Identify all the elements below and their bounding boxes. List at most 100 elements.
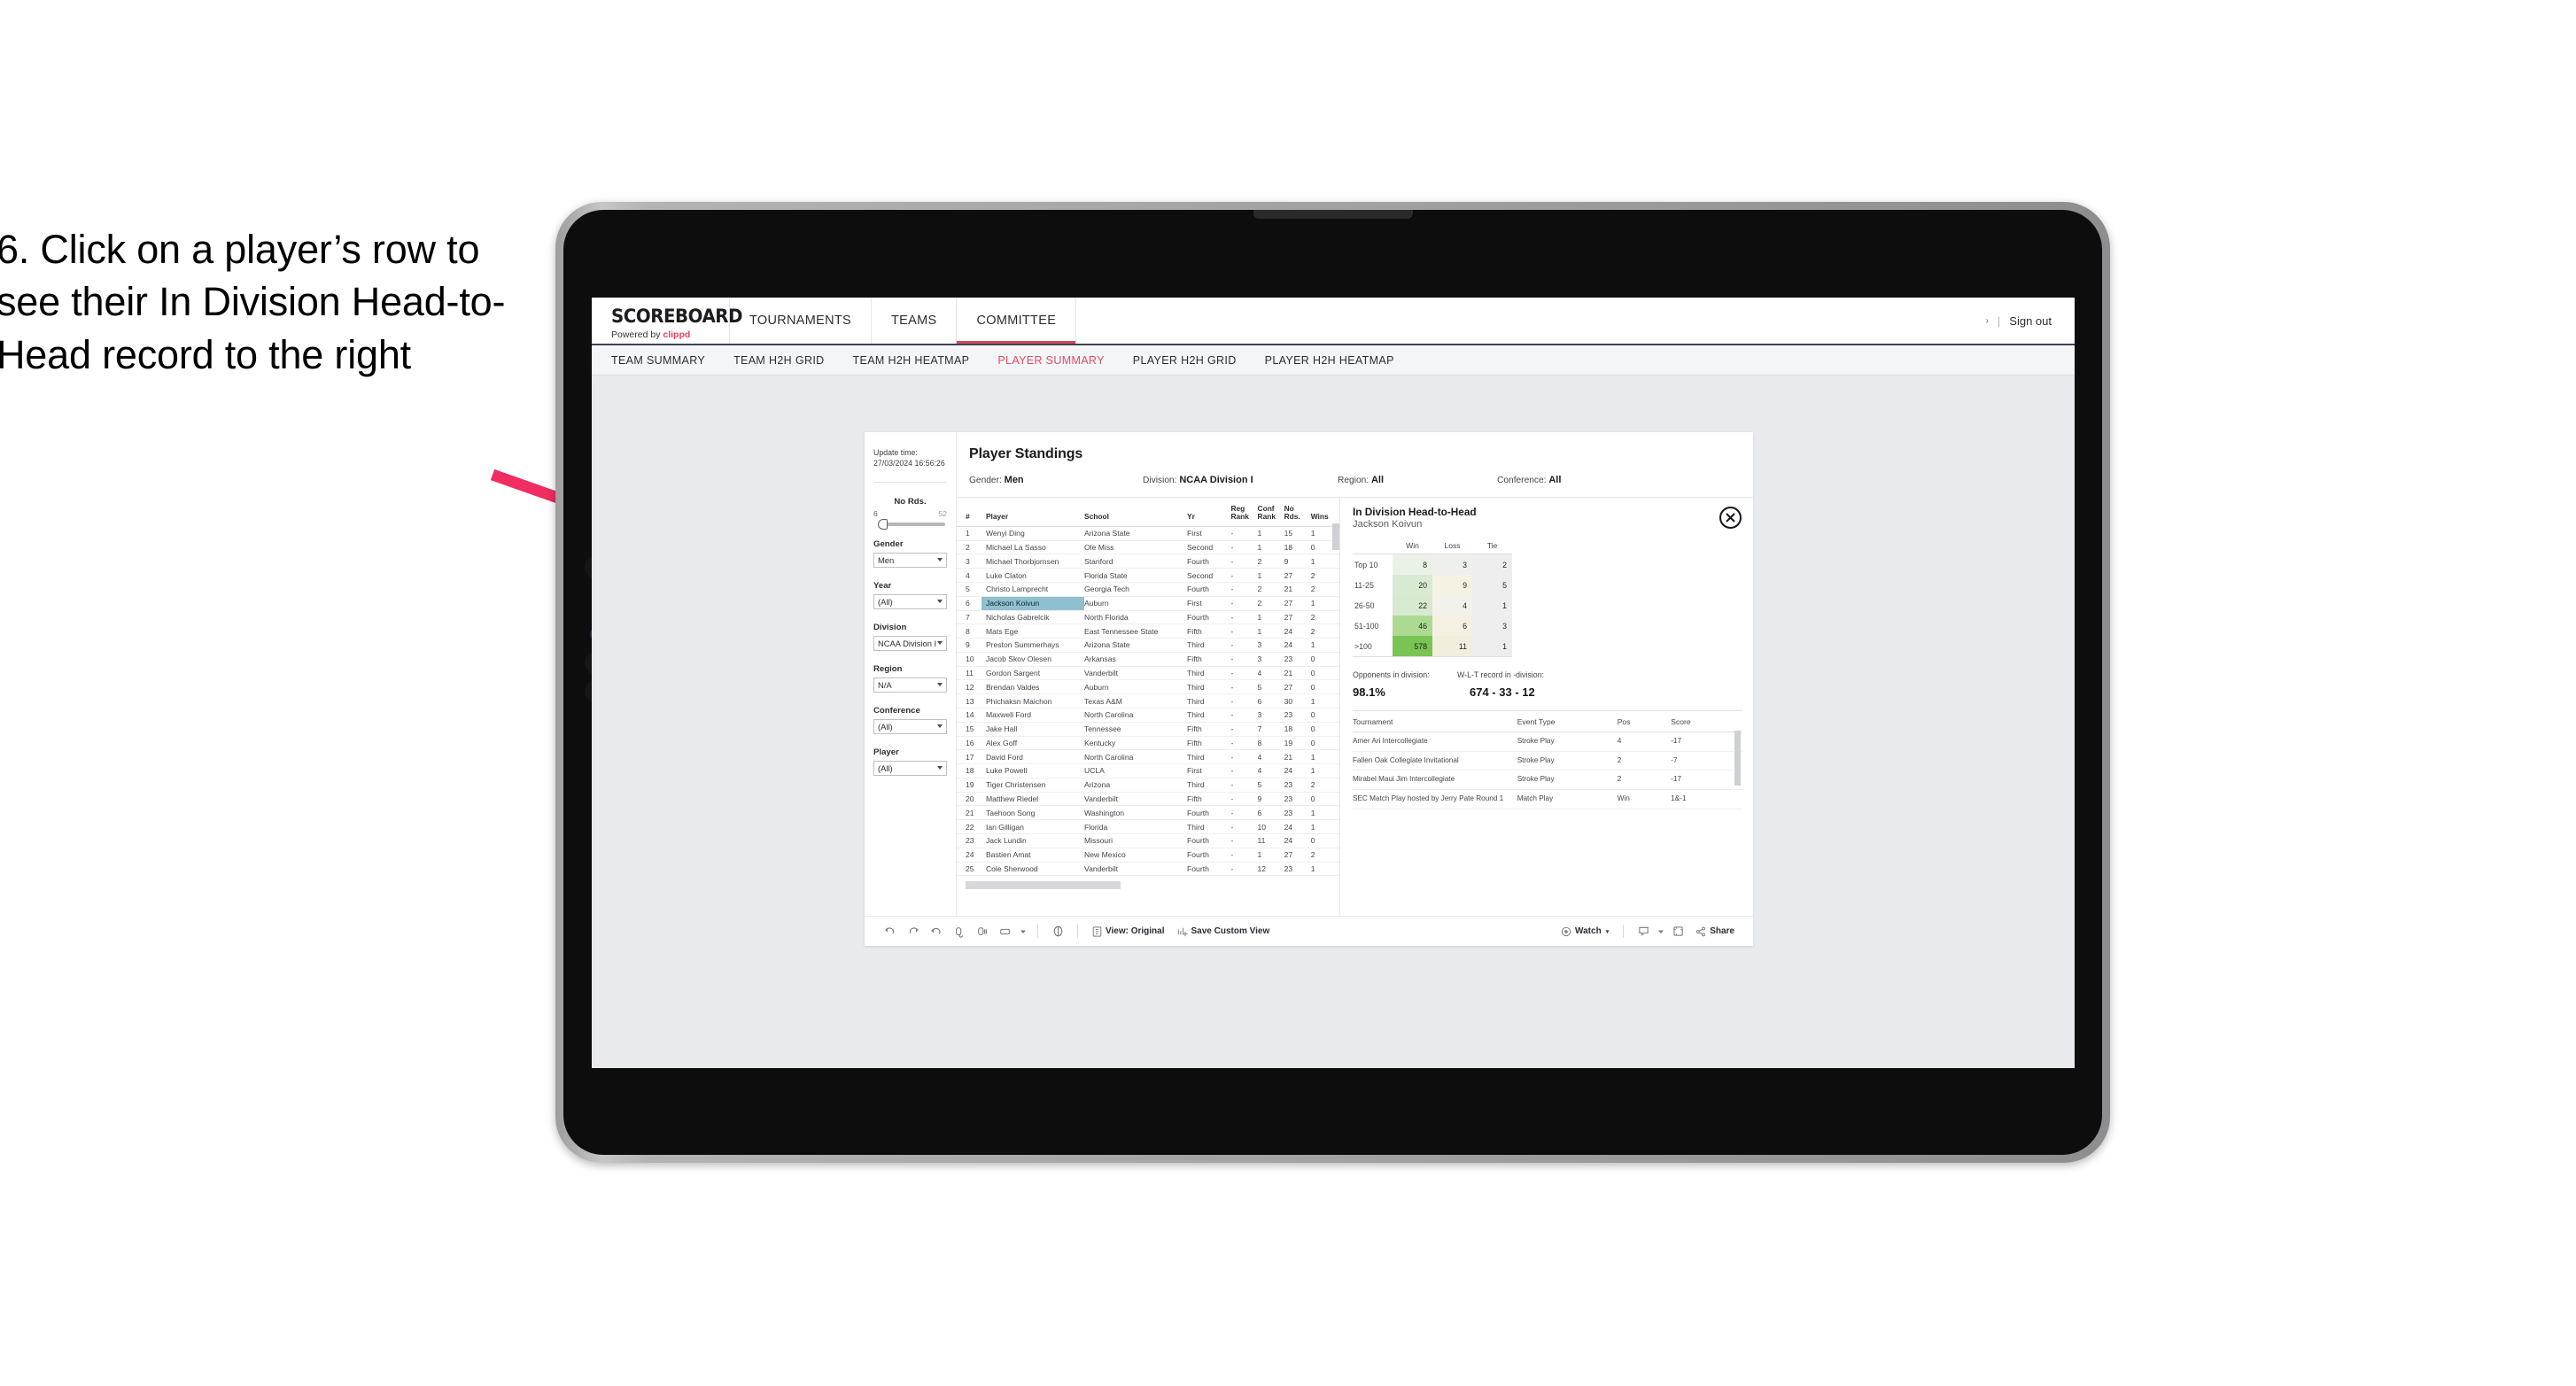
table-row[interactable]: 24 Bastien Amat New Mexico Fourth -1 27 2 xyxy=(957,848,1339,863)
col-tournament[interactable]: Tournament xyxy=(1353,711,1517,732)
redo-icon[interactable] xyxy=(902,922,925,941)
filter-player-select[interactable]: (All) xyxy=(873,760,947,776)
table-row[interactable]: 4 Luke Claton Florida State Second -1 27 2 xyxy=(957,568,1339,583)
sub-nav-player-h2h-grid[interactable]: PLAYER H2H GRID xyxy=(1133,354,1237,367)
filter-conference-select[interactable]: (All) xyxy=(873,718,947,734)
h2h-cell[interactable]: 9 xyxy=(1432,575,1472,595)
table-row[interactable]: 1 Wenyi Ding Arizona State First -1 15 1 xyxy=(957,526,1339,541)
h2h-col-tie: Tie xyxy=(1472,541,1512,554)
comment-icon[interactable] xyxy=(1632,922,1655,941)
view-original-button[interactable]: View: Original xyxy=(1086,925,1171,937)
table-row[interactable]: 7 Nicholas Gabrelcik North Florida Fourth -1… xyxy=(957,610,1339,625)
col-school[interactable]: School xyxy=(1083,498,1188,527)
col-score[interactable]: Score xyxy=(1671,711,1742,732)
table-row[interactable]: 10 Jacob Skov Olesen Arkansas Fifth -3 23 0 xyxy=(957,652,1339,667)
sub-nav-team-h2h-heatmap[interactable]: TEAM H2H HEATMAP xyxy=(853,354,970,367)
col-yr[interactable]: Yr xyxy=(1187,498,1231,527)
col-reg-rank[interactable]: Reg Rank xyxy=(1230,498,1258,527)
sub-nav-team-summary[interactable]: TEAM SUMMARY xyxy=(611,354,705,367)
h2h-cell[interactable]: 1 xyxy=(1472,636,1512,657)
sign-out-link[interactable]: Sign out xyxy=(2009,314,2052,328)
filter-region-select[interactable]: N/A xyxy=(873,677,947,693)
table-row[interactable]: 12 Brendan Valdes Auburn Third -5 27 0 xyxy=(957,679,1339,695)
col-wins[interactable]: Wins xyxy=(1310,498,1339,527)
nav-item-tournaments[interactable]: TOURNAMENTS xyxy=(730,298,873,344)
table-row[interactable]: 15 Jake Hall Tennessee Fifth -7 18 0 xyxy=(957,722,1339,737)
table-vertical-scrollbar[interactable] xyxy=(1332,523,1339,550)
table-row[interactable]: 18 Luke Powell UCLA First -4 24 1 xyxy=(957,763,1339,778)
h2h-cell[interactable]: 8 xyxy=(1393,554,1432,575)
tournament-row[interactable]: Fallen Oak Collegiate Invitational Stroke… xyxy=(1353,751,1742,771)
h2h-cell[interactable]: 22 xyxy=(1393,595,1432,616)
nav-item-teams[interactable]: TEAMS xyxy=(872,298,958,344)
no-rounds-slider-handle[interactable] xyxy=(878,518,888,530)
refresh-data-icon[interactable] xyxy=(948,922,971,941)
h2h-cell[interactable]: 11 xyxy=(1432,636,1472,657)
h2h-cell[interactable]: 3 xyxy=(1472,616,1512,636)
col-event-type[interactable]: Event Type xyxy=(1517,711,1618,732)
table-row[interactable]: 16 Alex Goff Kentucky Fifth -8 19 0 xyxy=(957,736,1339,751)
filter-division-select[interactable]: NCAA Division I xyxy=(873,635,947,651)
chevron-right-icon[interactable]: › xyxy=(1986,316,1989,326)
col-pos[interactable]: Pos xyxy=(1617,711,1672,732)
table-row[interactable]: 5 Christo Lamprecht Georgia Tech Fourth -2 21… xyxy=(957,582,1339,597)
table-row[interactable]: 3 Michael Thorbjornsen Stanford Fourth -2 9 1 xyxy=(957,554,1339,569)
full-screen-icon[interactable] xyxy=(1666,922,1689,941)
device-layout-caret-icon[interactable] xyxy=(1017,922,1029,941)
tournament-scrollbar[interactable] xyxy=(1734,731,1741,786)
sub-nav-player-summary[interactable]: PLAYER SUMMARY xyxy=(997,354,1104,367)
table-row[interactable]: 14 Maxwell Ford North Carolina Third -3 23 0 xyxy=(957,708,1339,723)
nav-item-committee[interactable]: COMMITTEE xyxy=(957,298,1077,344)
h2h-cell[interactable]: 4 xyxy=(1432,595,1472,616)
share-button[interactable]: Share xyxy=(1689,926,1741,937)
filter-gender-select[interactable]: Men xyxy=(873,552,947,568)
pause-auto-update-icon[interactable] xyxy=(1046,922,1069,941)
app-logo[interactable]: SCOREBOARD Powered by clippd xyxy=(592,298,743,344)
table-row[interactable]: 22 Ian Gilligan Florida Third -10 24 1 xyxy=(957,819,1339,834)
col-player[interactable]: Player xyxy=(981,498,1084,527)
table-row[interactable]: 17 David Ford North Carolina Third -4 21 1 xyxy=(957,749,1339,765)
table-row[interactable]: 2 Michael La Sasso Ole Miss Second -1 18 0 xyxy=(957,540,1339,555)
table-row[interactable]: 11 Gordon Sargent Vanderbilt Third -4 21 0 xyxy=(957,666,1339,681)
watch-button[interactable]: Watch ▾ xyxy=(1555,926,1615,937)
revert-icon[interactable] xyxy=(925,922,948,941)
filter-player: Player (All) xyxy=(865,747,956,776)
h2h-cell[interactable]: 46 xyxy=(1393,616,1432,636)
h2h-cell[interactable]: 578 xyxy=(1393,636,1432,657)
cell-school: Arkansas xyxy=(1083,652,1188,667)
tournament-row[interactable]: SEC Match Play hosted by Jerry Pate Roun… xyxy=(1353,789,1742,809)
col-no-rds[interactable]: No Rds. xyxy=(1284,498,1311,527)
pause-updates-icon[interactable] xyxy=(971,922,994,941)
cell-rank: 20 xyxy=(957,792,982,807)
table-row[interactable]: 19 Tiger Christensen Arizona Third -5 23 2 xyxy=(957,778,1339,793)
tournament-row[interactable]: Amer Ari Intercollegiate Stroke Play 4 -17 xyxy=(1353,732,1742,752)
h2h-cell[interactable]: 1 xyxy=(1472,595,1512,616)
h2h-cell[interactable]: 20 xyxy=(1393,575,1432,595)
table-row[interactable]: 8 Mats Ege East Tennessee State Fifth -1 24 2 xyxy=(957,623,1339,639)
undo-icon[interactable] xyxy=(879,922,902,941)
col-conf-rank[interactable]: Conf Rank xyxy=(1257,498,1284,527)
sub-nav-player-h2h-heatmap[interactable]: PLAYER H2H HEATMAP xyxy=(1265,354,1394,367)
col-rank[interactable]: # xyxy=(957,498,982,527)
table-row[interactable]: 9 Preston Summerhays Arizona State Third -3 2… xyxy=(957,638,1339,653)
h2h-cell[interactable]: 2 xyxy=(1472,554,1512,575)
filter-year-select[interactable]: (All) xyxy=(873,593,947,609)
h2h-cell[interactable]: 6 xyxy=(1432,616,1472,636)
table-horizontal-scrollbar[interactable] xyxy=(966,881,1121,890)
table-row[interactable]: 25 Cole Sherwood Vanderbilt Fourth -12 23 1 xyxy=(957,862,1339,877)
comment-caret-icon[interactable] xyxy=(1655,922,1666,941)
sub-nav-team-h2h-grid[interactable]: TEAM H2H GRID xyxy=(733,354,824,367)
no-rounds-slider-track[interactable] xyxy=(878,518,945,530)
h2h-cell[interactable]: 3 xyxy=(1432,554,1472,575)
h2h-cell[interactable]: 5 xyxy=(1472,575,1512,595)
save-custom-view-button[interactable]: Save Custom View xyxy=(1171,926,1276,937)
table-row[interactable]: 13 Phichaksn Maichon Texas A&M Third -6 30 1 xyxy=(957,693,1339,708)
stat-wlt-label: W-L-T record in -division: xyxy=(1457,670,1544,679)
table-row[interactable]: 23 Jack Lundin Missouri Fourth -11 24 0 xyxy=(957,833,1339,848)
table-row[interactable]: 20 Matthew Riedel Vanderbilt Fifth -9 23 0 xyxy=(957,792,1339,807)
table-row[interactable]: 21 Taehoon Song Washington Fourth -6 23 1 xyxy=(957,805,1339,821)
close-icon[interactable] xyxy=(1719,507,1742,529)
table-row[interactable]: 6 Jackson Koivun Auburn First -2 27 1 xyxy=(957,596,1339,611)
device-layout-icon[interactable] xyxy=(994,922,1017,941)
tournament-row[interactable]: Mirabel Maui Jim Intercollegiate Stroke P… xyxy=(1353,770,1742,790)
